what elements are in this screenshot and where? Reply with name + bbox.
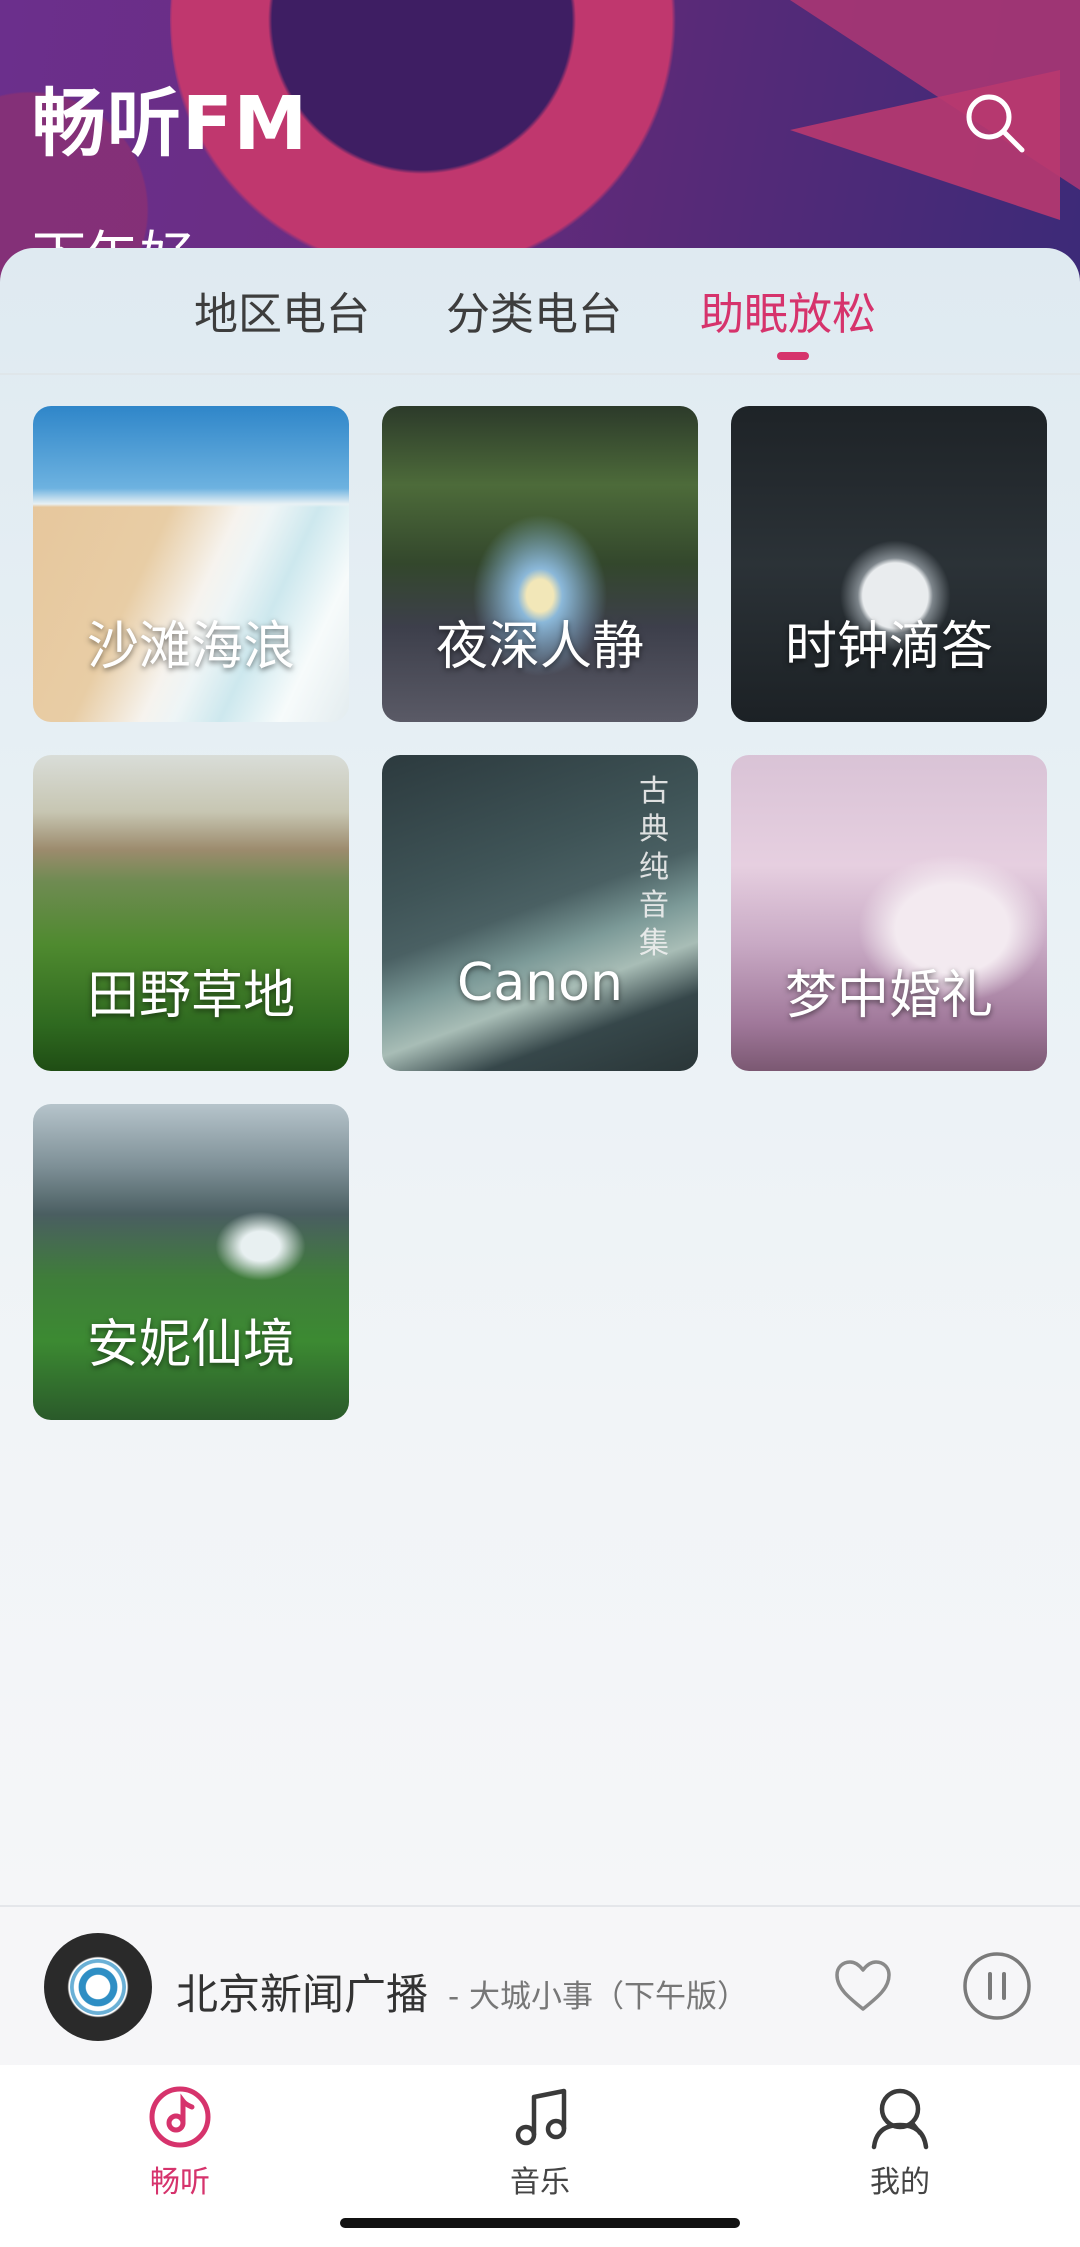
station-name: 北京新闻广播 [176,1970,429,2019]
search-button[interactable] [960,88,1030,158]
home-indicator[interactable] [340,2218,740,2228]
nav-label: 我的 [870,2165,930,2200]
card-label: 梦中婚礼 [784,966,993,1026]
sound-card-clock-ticking[interactable]: 时钟滴答 [731,406,1047,722]
sound-card-dream-wedding[interactable]: 梦中婚礼 [731,755,1047,1071]
card-side-text: 古典纯音集 [639,774,669,961]
now-playing-bar[interactable]: 北京新闻广播 - 大城小事（下午版） [0,1905,1080,2067]
app-title: 畅听FM [32,81,309,167]
radio-note-icon [149,2086,211,2148]
nav-item-music[interactable]: 音乐 [460,2083,620,2201]
station-logo [70,1959,126,2015]
card-label: 沙滩海浪 [86,617,295,677]
sound-card-beach-waves[interactable]: 沙滩海浪 [33,406,349,722]
card-label: Canon [457,953,623,1013]
tab-bar: 地区电台 分类电台 助眠放松 [0,278,1080,360]
pause-button[interactable] [962,1951,1032,2021]
nav-label: 音乐 [510,2165,570,2200]
sound-card-quiet-night[interactable]: 夜深人静 [382,406,698,722]
sound-card-canon[interactable]: 古典纯音集 Canon [382,755,698,1071]
tab-category-stations[interactable]: 分类电台 [446,278,622,342]
search-icon [966,94,1025,153]
card-label: 安妮仙境 [86,1315,295,1375]
nav-item-listen[interactable]: 畅听 [100,2083,260,2201]
heart-icon [835,1960,891,2011]
user-icon [871,2088,929,2150]
program-name: - 大城小事（下午版） [448,1979,749,2015]
station-disc[interactable] [44,1933,152,2041]
tab-regional-stations[interactable]: 地区电台 [194,278,370,342]
content-panel: 地区电台 分类电台 助眠放松 沙滩海浪 夜深人静 时钟滴答 田野草地 古典纯音集… [0,248,1080,1905]
card-label: 时钟滴答 [784,617,993,677]
music-note-icon [515,2088,567,2146]
sound-card-annie-wonderland[interactable]: 安妮仙境 [33,1104,349,1420]
favorite-button[interactable] [830,1953,896,2019]
card-label: 田野草地 [86,966,295,1026]
nav-label: 畅听 [150,2165,210,2200]
tab-divider [0,373,1080,375]
sound-card-field-meadow[interactable]: 田野草地 [33,755,349,1071]
nav-item-mine[interactable]: 我的 [820,2083,980,2201]
card-label: 夜深人静 [435,617,644,677]
tab-sleep-relax[interactable]: 助眠放松 [700,278,876,342]
pause-icon [963,1952,1031,2020]
tab-active-indicator [777,352,809,360]
